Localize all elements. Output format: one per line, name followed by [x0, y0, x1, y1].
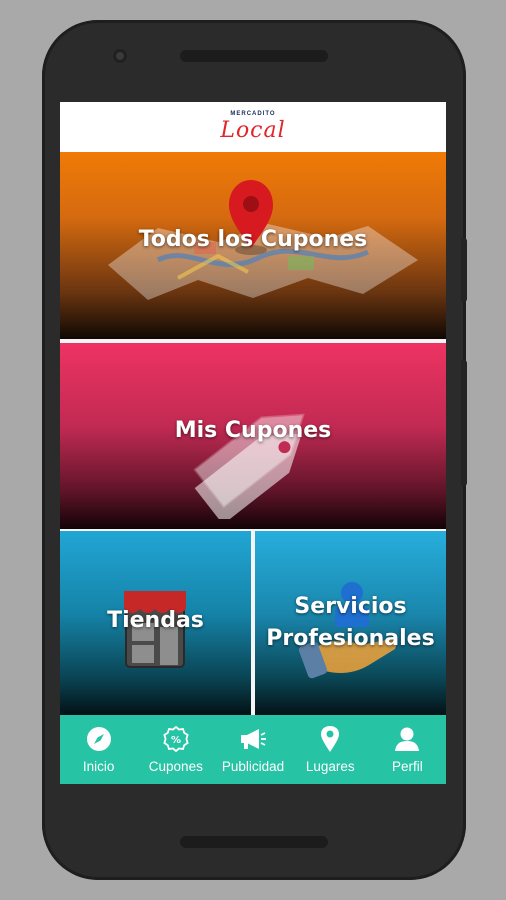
nav-item-cupones[interactable]: % Cupones [137, 715, 214, 784]
tile-mis-cupones[interactable]: Mis Cupones [60, 343, 446, 529]
compass-icon [86, 727, 111, 751]
nav-label-lugares: Lugares [305, 759, 355, 774]
nav-label-publicidad: Publicidad [221, 759, 285, 774]
nav-item-publicidad[interactable]: Publicidad [214, 715, 291, 784]
svg-text:%: % [171, 735, 181, 746]
user-icon [395, 727, 420, 751]
power-button [461, 360, 467, 486]
front-camera [113, 49, 127, 63]
location-pin-icon [321, 726, 340, 752]
nav-label-perfil: Perfil [392, 759, 423, 774]
volume-button [461, 238, 467, 302]
nav-item-lugares[interactable]: Lugares [292, 715, 369, 784]
nav-item-perfil[interactable]: Perfil [369, 715, 446, 784]
app-header: MERCADITO Local [60, 102, 446, 152]
app-screen: MERCADITO Local Todos los Cupones Mis Cu… [60, 102, 446, 784]
brand-top-text: MERCADITO [230, 111, 276, 117]
bottom-nav: Inicio % Cupones Publicidad Lugares Perf… [60, 715, 446, 784]
tile-title-mis: Mis Cupones [174, 418, 332, 443]
tile-title-servicios-line1: Servicios [294, 594, 407, 619]
tile-title-servicios: Servicios Profesionales [255, 591, 446, 655]
brand-logo-text: Local [220, 118, 286, 143]
stage: MERCADITO Local Todos los Cupones Mis Cu… [0, 0, 506, 900]
tile-title-servicios-line2: Profesionales [266, 626, 435, 651]
nav-item-inicio[interactable]: Inicio [60, 715, 137, 784]
bottom-speaker [180, 836, 328, 848]
nav-label-inicio: Inicio [82, 759, 115, 774]
percent-badge-icon: % [163, 726, 189, 752]
tile-todos-los-cupones[interactable]: Todos los Cupones [60, 152, 446, 339]
tile-title-todos: Todos los Cupones [138, 227, 368, 252]
tile-title-tiendas: Tiendas [107, 608, 204, 633]
top-speaker [180, 50, 328, 62]
tile-servicios-profesionales[interactable]: Servicios Profesionales [255, 531, 446, 715]
megaphone-icon [241, 729, 266, 749]
nav-label-cupones: Cupones [148, 759, 203, 774]
tile-tiendas[interactable]: Tiendas [60, 531, 251, 715]
tag-icon [193, 413, 305, 519]
